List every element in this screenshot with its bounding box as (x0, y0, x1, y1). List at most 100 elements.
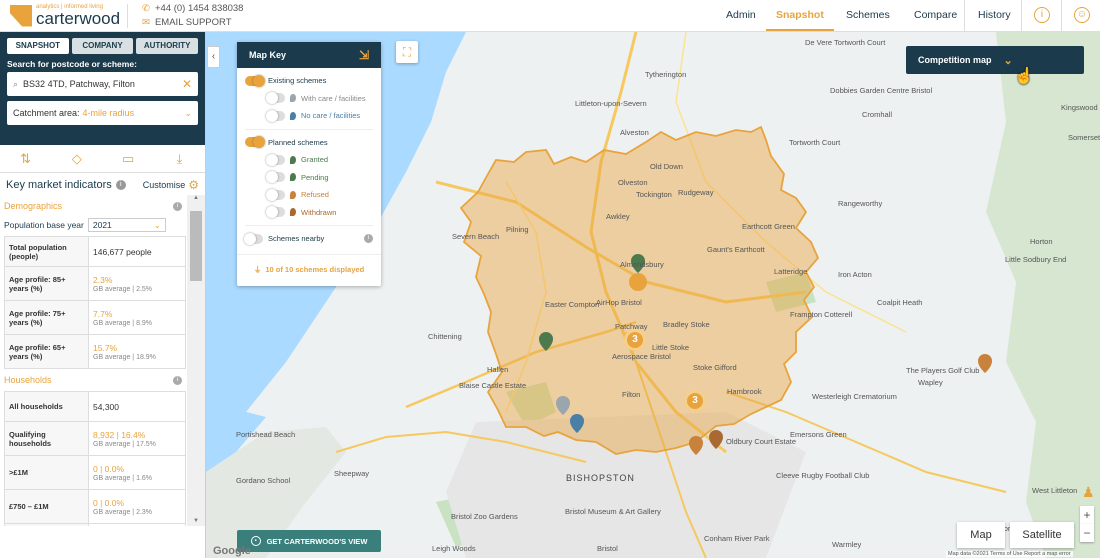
scroll-down-icon[interactable]: ▼ (187, 518, 205, 524)
carterwood-logo[interactable]: analytics | informed living carterwood (10, 4, 120, 27)
gb-average: GB average | 8.9% (93, 319, 153, 327)
toggle[interactable] (266, 206, 285, 219)
info-icon[interactable]: i (115, 180, 126, 190)
kmi-title: Key market indicators (6, 179, 112, 191)
zoom-in-button[interactable]: + (1080, 506, 1094, 524)
scheme-marker[interactable] (629, 273, 647, 291)
map-place-label: Leigh Woods (432, 544, 476, 553)
nav-compare[interactable]: Compare (904, 0, 967, 31)
map-place-label: AirHop Bristol (596, 298, 642, 307)
key-item-with-care[interactable]: With care / facilities (245, 90, 373, 108)
tag-icon[interactable]: ◇ (51, 145, 102, 172)
customise-link[interactable]: Customise (143, 180, 186, 190)
tab-snapshot[interactable]: SNAPSHOT (7, 38, 69, 54)
catchment-select[interactable]: Catchment area: 4-mile radius ⌄ (7, 101, 198, 125)
indicator-value-text: 8,932 | 16.4% (93, 429, 146, 440)
existing-toggle[interactable] (245, 74, 265, 87)
indicator-value-text: 7.7% (93, 308, 113, 319)
email-support-link[interactable]: EMAIL SUPPORT (155, 17, 232, 28)
nav-schemes[interactable]: Schemes (836, 0, 900, 31)
nav-admin[interactable]: Admin (716, 0, 766, 31)
phone-line: ✆ +44 (0) 1454 838038 (142, 2, 243, 16)
toggle[interactable] (266, 92, 285, 105)
existing-schemes-row[interactable]: Existing schemes (245, 72, 373, 90)
schemes-displayed[interactable]: ⏚ 10 of 10 schemes displayed (237, 253, 381, 284)
tab-company[interactable]: COMPANY (71, 38, 134, 54)
scrollbar[interactable]: ▲ ▼ (187, 195, 205, 526)
collapse-sidebar-button[interactable]: ‹ (207, 46, 220, 68)
indicator-row: All households 54,300 (4, 391, 186, 422)
key-item-pending[interactable]: Pending (245, 169, 373, 187)
toggle[interactable] (266, 153, 285, 166)
key-item-refused[interactable]: Refused (245, 186, 373, 204)
map-type-button[interactable]: Map (957, 522, 1005, 548)
info-icon[interactable]: i (364, 234, 373, 244)
indicator-value-text: 2.3% (93, 274, 113, 285)
key-divider (245, 225, 373, 226)
households-heading: Households (4, 375, 52, 385)
schemes-nearby-row[interactable]: Schemes nearby i (244, 230, 373, 248)
refused-pin-icon[interactable] (978, 354, 992, 373)
scheme-cluster[interactable]: 3 (624, 329, 646, 351)
planned-schemes-row[interactable]: Planned schemes (245, 134, 373, 152)
email-line[interactable]: ✉ EMAIL SUPPORT (142, 16, 243, 30)
clear-search-icon[interactable]: ✕ (182, 77, 192, 91)
map-place-label: Somerset (1068, 133, 1100, 142)
year-select[interactable]: 2021 ⌄ (87, 218, 166, 232)
toggle[interactable] (266, 109, 285, 122)
map-place-label: BISHOPSTON (566, 473, 635, 483)
get-carterwood-view-button[interactable]: ▪ GET CARTERWOOD'S VIEW (237, 530, 381, 552)
key-item-no-care[interactable]: No care / facilities (245, 107, 373, 125)
tab-authority[interactable]: AUTHORITY (136, 38, 199, 54)
map-place-label: Gaunt's Earthcott (707, 245, 765, 254)
nav-history[interactable]: History (968, 0, 1021, 31)
indicator-value: 2.3% GB average | 2.5% (88, 266, 186, 301)
search-value[interactable]: BS32 4TD, Patchway, Filton (23, 79, 135, 89)
zoom-out-button[interactable]: − (1080, 524, 1094, 542)
map-place-label: Patchway (615, 322, 648, 331)
map-place-label: Rangeworthy (838, 199, 883, 208)
minimise-icon[interactable]: ⇲ (359, 48, 369, 62)
key-item-granted[interactable]: Granted (245, 151, 373, 169)
street-view-icon[interactable]: ♟ (1082, 484, 1095, 501)
scheme-cluster[interactable]: 3 (684, 390, 706, 412)
key-item-withdrawn[interactable]: Withdrawn (245, 204, 373, 222)
indicator-label: £750 – £1M (4, 489, 89, 524)
info-icon[interactable]: i (173, 201, 182, 211)
toggle[interactable] (266, 188, 285, 201)
planned-toggle[interactable] (245, 136, 265, 149)
competition-map-dropdown[interactable]: Competition map ⌄ ☝ (906, 46, 1084, 85)
indicators-scroll[interactable]: Demographics i Population base year 2021 ⌄… (0, 195, 186, 526)
gb-average: GB average | 18.9% (93, 353, 156, 361)
indicator-row: £750 – £1M 0 | 0.0% GB average | 2.3% (4, 489, 186, 524)
download-icon[interactable]: ⤓ (154, 145, 205, 172)
gear-icon[interactable]: ⚙ (188, 178, 199, 192)
map-place-label: Earthcott Green (742, 222, 795, 231)
note-icon[interactable]: ▭ (103, 145, 154, 172)
map-place-label: Horton (1030, 237, 1053, 246)
scroll-up-icon[interactable]: ▲ (187, 195, 205, 201)
map-place-label: Dobbies Garden Centre Bristol (830, 86, 933, 95)
fullscreen-icon[interactable]: ⛶ (396, 41, 418, 63)
sort-icon[interactable]: ⇅ (0, 145, 51, 172)
map-key-header: Map Key ⇲ (237, 42, 381, 68)
user-icon[interactable]: ☺ (1074, 7, 1090, 23)
cursor-hand-icon: ☝ (1014, 68, 1034, 85)
satellite-type-button[interactable]: Satellite (1010, 522, 1074, 548)
info-icon[interactable]: i (1034, 7, 1050, 23)
info-icon[interactable]: i (173, 375, 182, 385)
search-input[interactable]: ⌕ BS32 4TD, Patchway, Filton ✕ (7, 72, 198, 96)
pin-icon (290, 155, 296, 164)
key-label: Granted (301, 155, 329, 165)
toggle[interactable] (266, 171, 285, 184)
scrollbar-thumb[interactable] (190, 211, 202, 281)
pin-icon (290, 94, 296, 103)
existing-label: Existing schemes (268, 76, 327, 86)
households-table: All households 54,300 Qualifying household… (4, 391, 186, 526)
catchment-value: 4-mile radius (82, 108, 135, 118)
map-place-label: Bristol Museum & Art Gallery (565, 507, 661, 516)
nav-snapshot[interactable]: Snapshot (766, 0, 834, 31)
indicator-row: Age profile: 75+ years (%) 7.7% GB average… (4, 300, 186, 335)
nearby-toggle[interactable] (244, 232, 263, 245)
indicator-label: All households (4, 391, 89, 422)
